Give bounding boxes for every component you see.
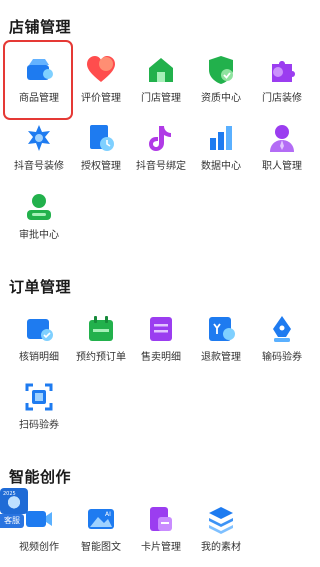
grid-item-authorization-management[interactable]: 授权管理 [71,118,131,178]
grid-item-store-management[interactable]: 门店管理 [131,50,191,110]
avatar-year-text: 2025 [3,491,16,497]
scan-code-icon [25,383,53,411]
grid-item-verification-details[interactable]: 核销明细 [9,309,69,369]
heart-icon [87,56,115,82]
section-title-orders: 订单管理 [9,278,72,296]
section-title-creation: 智能创作 [9,468,72,486]
section-title-store: 店铺管理 [9,18,72,36]
customer-service-float[interactable]: 2025 客服 [0,488,28,536]
grid-item-label: 审批中心 [19,230,59,241]
product-box-icon [27,59,53,80]
store-house-icon [149,58,173,82]
pen-nib-icon [273,316,291,342]
grid-item-douyin-binding[interactable]: 抖音号绑定 [131,118,191,178]
sales-list-icon [150,317,172,341]
verify-card-icon [27,319,53,341]
auth-doc-icon [90,125,114,151]
grid-item-product-management[interactable]: 商品管理 [9,50,69,110]
grid-item-scan-code-verify[interactable]: 扫码验券 [9,377,69,437]
person-tie-icon [270,125,294,152]
grid-item-card-management[interactable]: 卡片管理 [131,499,191,559]
grid-item-store-decoration[interactable]: 门店装修 [252,50,312,110]
grid-item-sales-details[interactable]: 售卖明细 [131,309,191,369]
grid-item-label: 输码验券 [262,352,302,363]
grid-item-label: 扫码验券 [19,420,59,431]
grid-item-douyin-decoration[interactable]: 抖音号装修 [9,118,69,178]
puzzle-icon [272,61,295,82]
grid-item-smart-image-text[interactable]: AI 智能图文 [71,499,131,559]
grid-item-refund-management[interactable]: 退款管理 [191,309,251,369]
shield-check-icon [209,56,233,84]
grid-item-data-center[interactable]: 数据中心 [191,118,251,178]
grid-item-label: 职人管理 [262,161,302,172]
douyin-note-icon [149,126,171,151]
grid-item-code-entry-verify[interactable]: 输码验券 [252,309,312,369]
grid-item-qualification-center[interactable]: 资质中心 [191,50,251,110]
grid-item-review-management[interactable]: 评价管理 [71,50,131,110]
grid-item-reservation-orders[interactable]: 预约预订单 [71,309,131,369]
grid-item-my-materials[interactable]: 我的素材 [191,499,251,559]
svg-text:AI: AI [105,511,111,518]
grid-item-label: 门店装修 [262,93,302,104]
flower-gear-icon [28,125,50,151]
grid-item-approval-center[interactable]: 审批中心 [9,187,69,247]
approver-user-icon [27,194,51,220]
ai-image-icon: AI [88,509,114,529]
calendar-icon [89,316,113,341]
refund-icon [209,317,235,341]
customer-service-avatar: 2025 [0,488,28,514]
layers-icon [209,507,233,534]
bar-chart-icon [210,126,232,150]
customer-service-label: 客服 [0,514,24,528]
card-stack-icon [150,507,172,531]
grid-item-label: 我的素材 [201,542,241,553]
grid-item-staff-management[interactable]: 职人管理 [252,118,312,178]
